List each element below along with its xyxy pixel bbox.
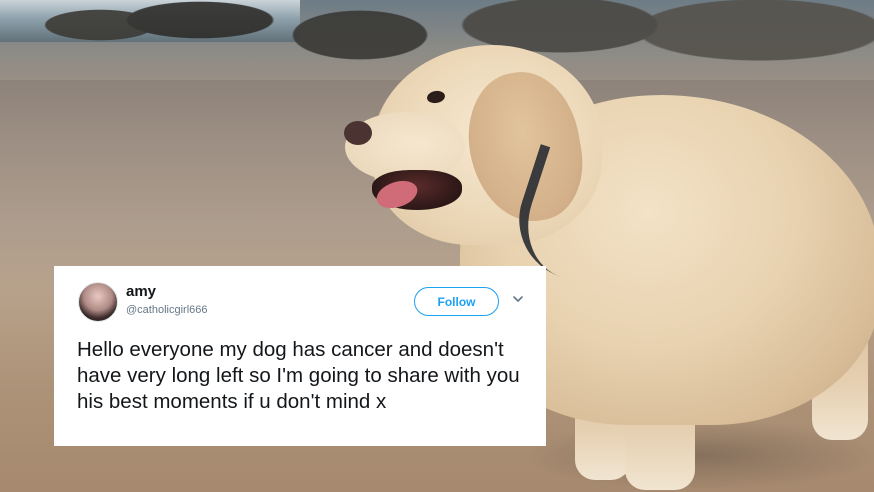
tweet-card: amy @catholicgirl666 Follow Hello everyo…	[54, 266, 546, 446]
tweet-text: Hello everyone my dog has cancer and doe…	[77, 338, 520, 413]
display-name[interactable]: amy	[126, 283, 156, 300]
user-handle[interactable]: @catholicgirl666	[126, 304, 208, 316]
chevron-down-icon[interactable]	[511, 292, 525, 306]
dog-nose	[344, 121, 372, 145]
avatar[interactable]	[78, 282, 118, 322]
follow-button[interactable]: Follow	[414, 287, 499, 316]
